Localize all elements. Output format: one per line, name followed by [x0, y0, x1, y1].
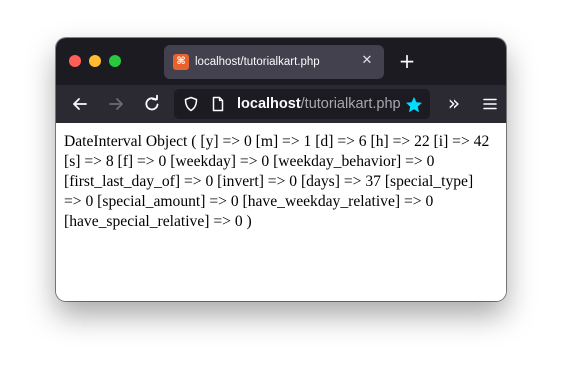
- minimize-window-button[interactable]: [89, 55, 101, 67]
- new-tab-button[interactable]: +: [398, 50, 416, 72]
- tab-title: localhost/tutorialkart.php: [195, 56, 320, 68]
- url-text[interactable]: localhost/tutorialkart.php: [237, 95, 401, 113]
- overflow-button[interactable]: »: [444, 91, 464, 115]
- navigation-toolbar: localhost/tutorialkart.php »: [56, 85, 506, 123]
- star-icon: [406, 97, 422, 113]
- php-output-text: DateInterval Object ( [y] => 0 [m] => 1 …: [64, 133, 490, 230]
- arrow-left-icon: [73, 98, 87, 110]
- site-info-button[interactable]: [210, 96, 226, 112]
- shield-icon: [184, 96, 198, 112]
- chevron-double-right-icon: »: [447, 91, 461, 115]
- screenshot-stage: ⌘ localhost/tutorialkart.php ✕ + localho…: [0, 0, 562, 376]
- tab-close-icon[interactable]: ✕: [360, 53, 374, 69]
- tracking-protection-button[interactable]: [183, 96, 199, 112]
- tab-active[interactable]: ⌘ localhost/tutorialkart.php ✕: [164, 45, 384, 79]
- forward-button[interactable]: [106, 94, 126, 114]
- arrow-right-icon: [109, 98, 123, 110]
- browser-window: ⌘ localhost/tutorialkart.php ✕ + localho…: [56, 38, 506, 301]
- hamburger-icon: [483, 98, 497, 110]
- url-host: localhost: [237, 96, 301, 112]
- bookmark-button[interactable]: [405, 96, 423, 114]
- url-path: /tutorialkart.php: [300, 96, 401, 112]
- xampp-favicon-icon: ⌘: [173, 54, 189, 70]
- page-icon: [212, 96, 224, 112]
- title-bar: ⌘ localhost/tutorialkart.php ✕ +: [56, 38, 506, 85]
- address-bar[interactable]: localhost/tutorialkart.php: [174, 89, 430, 119]
- maximize-window-button[interactable]: [109, 55, 121, 67]
- reload-icon: [145, 94, 159, 111]
- reload-button[interactable]: [142, 94, 162, 114]
- app-menu-button[interactable]: [480, 94, 500, 114]
- back-button[interactable]: [70, 94, 90, 114]
- close-window-button[interactable]: [69, 55, 81, 67]
- page-content: DateInterval Object ( [y] => 0 [m] => 1 …: [56, 123, 506, 301]
